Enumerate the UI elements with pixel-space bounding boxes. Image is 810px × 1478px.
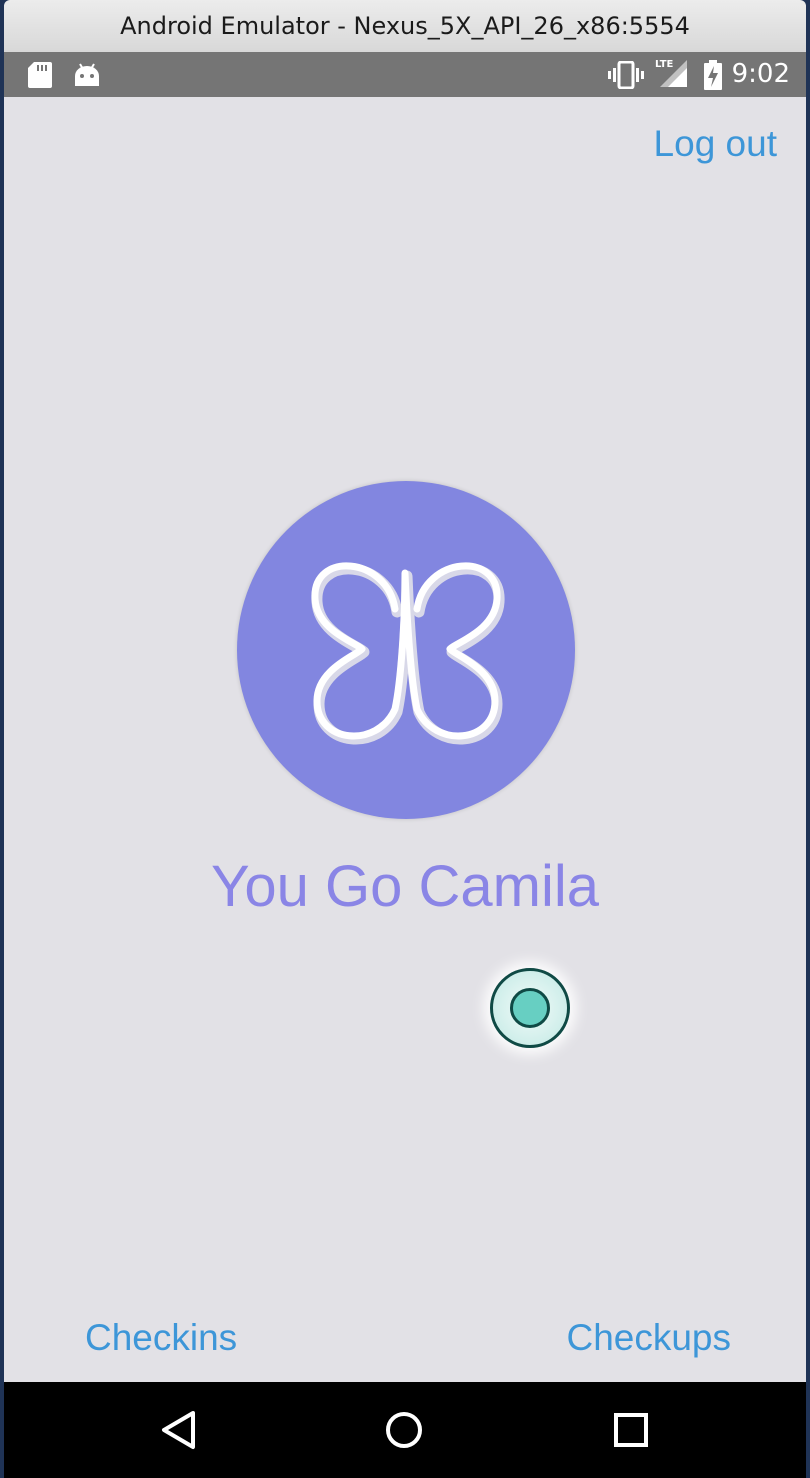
tab-checkups[interactable]: Checkups	[566, 1317, 731, 1359]
navigation-bar	[4, 1382, 806, 1478]
home-icon[interactable]	[384, 1410, 424, 1455]
butterfly-icon	[311, 562, 505, 745]
battery-charging-icon	[704, 60, 722, 95]
sd-card-icon	[28, 62, 52, 93]
logout-button[interactable]: Log out	[654, 123, 777, 165]
svg-text:LTE: LTE	[655, 59, 674, 70]
back-icon[interactable]	[160, 1410, 196, 1455]
emulator-window: Android Emulator - Nexus_5X_API_26_x86:5…	[0, 0, 810, 1478]
status-bar: LTE 9:02	[4, 52, 806, 97]
record-dot-icon	[510, 988, 550, 1028]
recents-icon[interactable]	[613, 1412, 649, 1453]
window-titlebar[interactable]: Android Emulator - Nexus_5X_API_26_x86:5…	[4, 0, 806, 53]
lte-signal-icon: LTE	[654, 58, 688, 93]
app-screen: Log out You Go Camila Checkins Checkups	[4, 97, 806, 1382]
android-icon	[74, 62, 100, 93]
greeting-title: You Go Camila	[211, 854, 599, 919]
vibrate-icon	[608, 60, 644, 94]
app-logo	[237, 481, 575, 819]
status-time: 9:02	[731, 59, 790, 89]
tab-checkins[interactable]: Checkins	[85, 1317, 237, 1359]
window-title: Android Emulator - Nexus_5X_API_26_x86:5…	[120, 12, 690, 40]
record-button[interactable]	[490, 968, 570, 1048]
